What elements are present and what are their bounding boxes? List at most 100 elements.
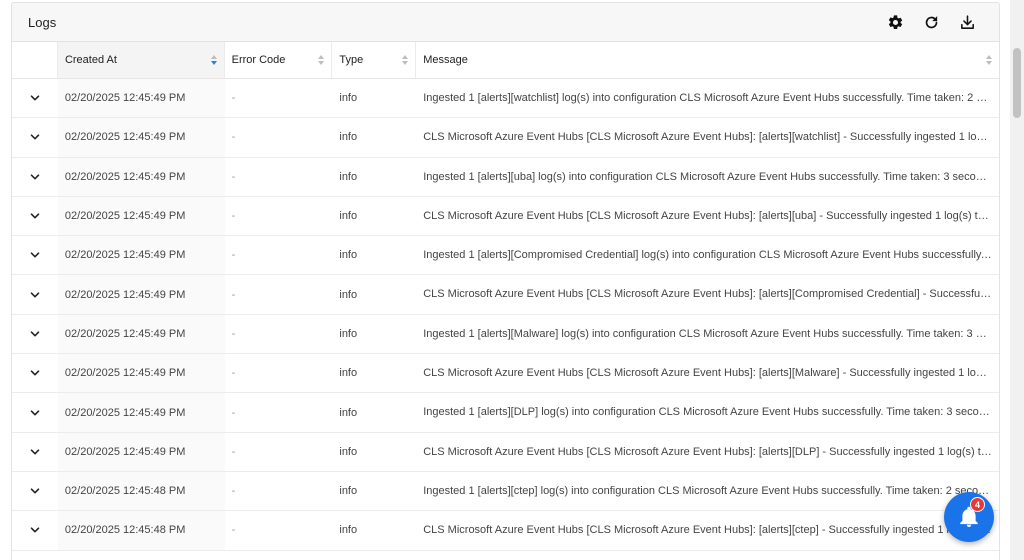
message-cell: CLS Microsoft Azure Event Hubs [CLS Micr… xyxy=(423,445,999,458)
expand-row-button[interactable] xyxy=(12,393,58,431)
expand-row-button[interactable] xyxy=(12,354,58,392)
message-cell: CLS Microsoft Azure Event Hubs [CLS Micr… xyxy=(423,131,999,144)
created-at-cell: 02/20/2025 12:45:49 PM xyxy=(57,236,225,275)
type-cell: info xyxy=(339,524,358,537)
expand-row-button[interactable] xyxy=(12,315,58,353)
table-row: 02/20/2025 12:45:49 PM - info Ingested 1 [a… xyxy=(12,393,999,433)
error-code-cell: - xyxy=(231,92,236,105)
table-row: 02/20/2025 12:45:49 PM - info Ingested 1 [a… xyxy=(12,236,999,276)
type-cell: info xyxy=(339,131,358,144)
chevron-down-icon xyxy=(30,292,40,298)
table-header: Created At Error Code Type Message xyxy=(12,42,999,79)
type-cell: info xyxy=(339,485,358,498)
table-row: 02/20/2025 12:45:48 PM - info CLS Microsoft… xyxy=(12,511,999,551)
download-icon xyxy=(960,14,974,29)
created-at-cell: 02/20/2025 12:45:49 PM xyxy=(57,118,225,157)
column-header-message[interactable]: Message xyxy=(416,42,999,78)
created-at-cell: 02/20/2025 12:45:49 PM xyxy=(57,79,225,118)
message-cell: CLS Microsoft Azure Event Hubs [CLS Micr… xyxy=(423,209,999,222)
column-header-error-code[interactable]: Error Code xyxy=(225,42,333,78)
column-label: Type xyxy=(339,54,364,66)
sort-icon xyxy=(210,55,217,65)
message-cell: Ingested 1 [alerts][ctep] log(s) into co… xyxy=(423,484,999,497)
column-label: Message xyxy=(423,54,468,66)
error-code-cell: - xyxy=(231,367,236,380)
refresh-button[interactable] xyxy=(920,11,942,33)
chevron-down-icon xyxy=(30,252,40,258)
type-cell: info xyxy=(339,288,358,301)
chevron-down-icon xyxy=(30,409,40,416)
chevron-down-icon xyxy=(30,174,40,180)
chevron-down-icon xyxy=(30,449,40,455)
expand-row-button[interactable] xyxy=(12,472,58,510)
settings-button[interactable] xyxy=(884,11,906,33)
sort-icon xyxy=(318,55,325,65)
message-cell: CLS Microsoft Azure Event Hubs [CLS Micr… xyxy=(423,367,999,380)
expand-row-button[interactable] xyxy=(12,118,58,156)
type-cell: info xyxy=(339,92,358,105)
created-at-cell: 02/20/2025 12:45:49 PM xyxy=(57,432,225,471)
table-row: 02/20/2025 12:45:49 PM - info CLS Microsoft… xyxy=(12,354,999,394)
chevron-down-icon xyxy=(30,331,40,337)
expand-row-button[interactable] xyxy=(12,158,58,196)
expand-row-button[interactable] xyxy=(12,79,58,117)
logs-panel: Logs Created At Error Code Type Message … xyxy=(11,2,1000,560)
error-code-cell: - xyxy=(231,210,236,223)
expand-row-button[interactable] xyxy=(12,433,58,471)
error-code-cell: - xyxy=(231,249,236,262)
table-body: 02/20/2025 12:45:49 PM - info Ingested 1 [a… xyxy=(12,79,999,551)
type-cell: info xyxy=(339,249,358,262)
notifications-button[interactable]: 4 xyxy=(944,492,994,542)
created-at-cell: 02/20/2025 12:45:49 PM xyxy=(57,393,225,432)
expand-row-button[interactable] xyxy=(12,197,58,235)
panel-title: Logs xyxy=(28,14,57,30)
error-code-cell: - xyxy=(231,524,236,537)
created-at-cell: 02/20/2025 12:45:48 PM xyxy=(57,511,225,550)
column-label: Error Code xyxy=(231,54,286,66)
chevron-down-icon xyxy=(30,95,40,101)
scrollbar-thumb[interactable] xyxy=(1013,48,1021,118)
expand-row-button[interactable] xyxy=(12,275,58,313)
type-cell: info xyxy=(339,170,358,183)
table-row: 02/20/2025 12:45:49 PM - info CLS Microsoft… xyxy=(12,432,999,472)
error-code-cell: - xyxy=(231,288,236,301)
panel-header: Logs xyxy=(12,3,999,42)
header-actions xyxy=(884,11,983,33)
download-button[interactable] xyxy=(956,11,978,33)
message-cell: Ingested 1 [alerts][watchlist] log(s) in… xyxy=(423,92,999,104)
error-code-cell: - xyxy=(231,327,236,340)
type-cell: info xyxy=(339,367,358,380)
sort-icon xyxy=(986,55,992,65)
table-row: 02/20/2025 12:45:49 PM - info CLS Microsoft… xyxy=(12,118,999,158)
table-row: 02/20/2025 12:45:49 PM - info CLS Microsoft… xyxy=(12,275,999,315)
error-code-cell: - xyxy=(231,170,236,183)
message-cell: Ingested 1 [alerts][uba] log(s) into con… xyxy=(423,170,997,183)
message-cell: CLS Microsoft Azure Event Hubs [CLS Micr… xyxy=(423,524,996,537)
message-cell: Ingested 1 [alerts][Compromised Credenti… xyxy=(423,249,999,262)
table-row: 02/20/2025 12:45:49 PM - info Ingested 1 [a… xyxy=(12,157,999,197)
expand-row-button[interactable] xyxy=(12,236,58,274)
table-row: 02/20/2025 12:45:49 PM - info Ingested 1 [a… xyxy=(12,314,999,355)
error-code-cell: - xyxy=(231,131,236,144)
message-cell: Ingested 1 [alerts][DLP] log(s) into con… xyxy=(423,406,999,419)
chevron-down-icon xyxy=(30,370,40,376)
type-cell: info xyxy=(339,406,358,419)
chevron-down-icon xyxy=(30,134,40,140)
expand-row-button[interactable] xyxy=(12,511,58,549)
message-cell: Ingested 1 [alerts][Malware] log(s) into… xyxy=(423,327,999,340)
table-row: 02/20/2025 12:45:49 PM - info Ingested 1 [a… xyxy=(12,79,999,119)
error-code-cell: - xyxy=(231,485,236,498)
refresh-icon xyxy=(925,15,937,28)
vertical-scrollbar[interactable] xyxy=(1010,0,1024,560)
created-at-cell: 02/20/2025 12:45:48 PM xyxy=(57,471,225,511)
message-cell: CLS Microsoft Azure Event Hubs [CLS Micr… xyxy=(423,288,999,301)
chevron-down-icon xyxy=(30,213,40,219)
column-header-created-at[interactable]: Created At xyxy=(57,42,225,78)
column-header-type[interactable]: Type xyxy=(332,42,417,78)
table-row: 02/20/2025 12:45:49 PM - info CLS Microsoft… xyxy=(12,196,999,237)
created-at-cell: 02/20/2025 12:45:49 PM xyxy=(57,354,225,393)
type-cell: info xyxy=(339,327,358,340)
error-code-cell: - xyxy=(231,445,236,458)
type-cell: info xyxy=(339,210,358,223)
created-at-cell: 02/20/2025 12:45:49 PM xyxy=(57,196,225,236)
